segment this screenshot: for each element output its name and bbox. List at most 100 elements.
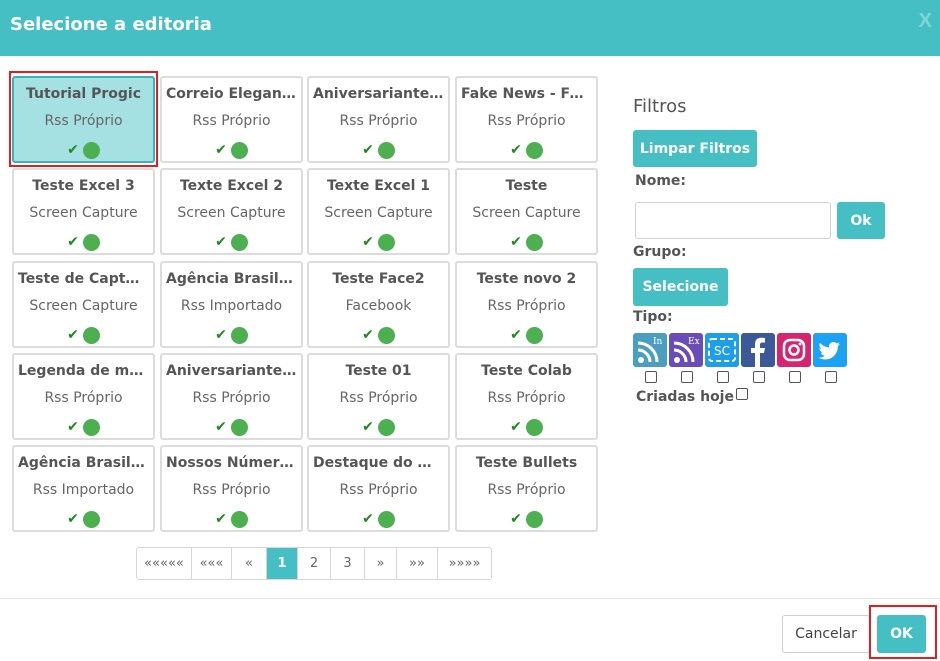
card-type: Rss Próprio: [339, 390, 418, 406]
check-icon: ✔: [67, 234, 79, 250]
page-first-button[interactable]: «««««: [137, 548, 191, 579]
editoria-card[interactable]: Destaque do Mês Rss Próprio ✔: [307, 445, 450, 532]
card-title: Aniversariantes do Mês: [313, 86, 444, 102]
card-status: ✔: [457, 325, 596, 345]
editoria-card[interactable]: Legenda de molduras Rss Próprio ✔: [12, 353, 155, 440]
card-type: Screen Capture: [29, 205, 138, 221]
card-status: ✔: [457, 509, 596, 529]
card-title: Agência Brasil - Notícias: [166, 271, 297, 287]
card-title: Tutorial Progic: [25, 86, 141, 102]
type-checkbox-rss-ex[interactable]: [681, 371, 693, 383]
rss-in-badge: In: [653, 337, 663, 347]
page-next-many-button[interactable]: »»: [396, 548, 437, 579]
type-checkbox-rss-in[interactable]: [645, 371, 657, 383]
check-icon: ✔: [215, 511, 227, 527]
editoria-card[interactable]: Teste novo 2 Rss Próprio ✔: [455, 261, 598, 348]
twitter-icon[interactable]: [813, 333, 847, 367]
card-type: Rss Próprio: [339, 113, 418, 129]
editoria-card[interactable]: Tutorial Progic Rss Próprio ✔: [12, 76, 155, 163]
ok-button[interactable]: OK: [877, 615, 926, 653]
check-icon: ✔: [67, 142, 79, 158]
card-title: Teste Bullets: [475, 455, 578, 471]
close-icon[interactable]: X: [919, 10, 932, 33]
card-status: ✔: [162, 417, 301, 437]
card-status: ✔: [14, 509, 153, 529]
page-last-button[interactable]: »»»»: [437, 548, 491, 579]
editoria-card[interactable]: Teste Face2 Facebook ✔: [307, 261, 450, 348]
type-label: Tipo:: [633, 309, 673, 325]
card-status: ✔: [309, 325, 448, 345]
name-input[interactable]: [635, 202, 831, 239]
check-icon: ✔: [67, 419, 79, 435]
page-prev-many-button[interactable]: «««: [191, 548, 231, 579]
status-dot-icon: [230, 141, 248, 159]
clear-filters-button[interactable]: Limpar Filtros: [633, 130, 757, 167]
status-dot-icon: [82, 326, 100, 344]
editoria-card[interactable]: Texte Excel 1 Screen Capture ✔: [307, 168, 450, 255]
page-next-button[interactable]: »: [364, 548, 396, 579]
status-dot-icon: [230, 418, 248, 436]
check-icon: ✔: [215, 419, 227, 435]
card-status: ✔: [162, 325, 301, 345]
card-type: Rss Próprio: [192, 113, 271, 129]
created-today-checkbox[interactable]: [735, 388, 748, 400]
type-checkbox-instagram[interactable]: [789, 371, 801, 383]
editoria-card[interactable]: Texte Excel 2 Screen Capture ✔: [160, 168, 303, 255]
type-checkbox-facebook[interactable]: [753, 371, 765, 383]
type-checkbox-screen-capture[interactable]: [717, 371, 729, 383]
cancel-button[interactable]: Cancelar: [782, 615, 870, 653]
status-dot-icon: [377, 510, 395, 528]
filters-title: Filtros: [633, 96, 687, 117]
editoria-card[interactable]: Agência Brasil - Notícias Rss Importado ✔: [160, 261, 303, 348]
editoria-card[interactable]: Teste Colab Rss Próprio ✔: [455, 353, 598, 440]
status-dot-icon: [525, 510, 543, 528]
page-1-button[interactable]: 1: [266, 548, 297, 579]
card-title: Teste Colab: [481, 363, 572, 379]
page-prev-button[interactable]: «: [231, 548, 266, 579]
editoria-card[interactable]: Aniversariantes do Mês Rss Próprio ✔: [307, 76, 450, 163]
card-status: ✔: [309, 140, 448, 160]
created-today-row: Criadas hoje: [636, 388, 748, 405]
footer-divider: [0, 598, 940, 599]
screen-capture-icon[interactable]: SC: [705, 333, 739, 367]
editoria-card[interactable]: Teste Excel 3 Screen Capture ✔: [12, 168, 155, 255]
rss-ex-badge: Ex: [688, 337, 700, 347]
instagram-icon[interactable]: [777, 333, 811, 367]
card-title: Teste Excel 3: [32, 178, 135, 194]
rss-ex-icon[interactable]: Ex: [669, 333, 703, 367]
editoria-card[interactable]: Teste de Captura Screen Capture ✔: [12, 261, 155, 348]
card-status: ✔: [457, 140, 596, 160]
editoria-card[interactable]: Agência Brasil - Economia Rss Importado ✔: [12, 445, 155, 532]
card-status: ✔: [14, 232, 153, 252]
card-title: Agência Brasil - Economia: [18, 455, 149, 471]
card-title: Texte Excel 2: [179, 178, 284, 194]
name-ok-button[interactable]: Ok: [837, 202, 885, 239]
page-2-button[interactable]: 2: [297, 548, 330, 579]
card-type: Rss Próprio: [487, 390, 566, 406]
editoria-card[interactable]: Fake News - Fevereiro Rss Próprio ✔: [455, 76, 598, 163]
status-dot-icon: [525, 141, 543, 159]
status-dot-icon: [230, 326, 248, 344]
status-dot-icon: [525, 418, 543, 436]
group-select-button[interactable]: Selecione: [633, 268, 728, 306]
type-checkbox-twitter[interactable]: [825, 371, 837, 383]
editoria-card[interactable]: Teste Bullets Rss Próprio ✔: [455, 445, 598, 532]
editoria-card[interactable]: Teste Screen Capture ✔: [455, 168, 598, 255]
name-label: Nome:: [635, 173, 687, 189]
status-dot-icon: [377, 233, 395, 251]
rss-in-icon[interactable]: In: [633, 333, 667, 367]
type-icons: In Ex SC: [633, 333, 849, 367]
status-dot-icon: [230, 233, 248, 251]
editoria-card[interactable]: Teste 01 Rss Próprio ✔: [307, 353, 450, 440]
editoria-card[interactable]: Nossos Números Rss Próprio ✔: [160, 445, 303, 532]
check-icon: ✔: [362, 419, 374, 435]
editoria-card[interactable]: Aniversariantes da semana Rss Próprio ✔: [160, 353, 303, 440]
facebook-icon[interactable]: [741, 333, 775, 367]
card-title: Teste Face2: [332, 271, 425, 287]
page-3-button[interactable]: 3: [330, 548, 364, 579]
check-icon: ✔: [510, 419, 522, 435]
editoria-card[interactable]: Correio Elegante Rss Próprio ✔: [160, 76, 303, 163]
card-type: Rss Importado: [180, 298, 283, 314]
check-icon: ✔: [362, 234, 374, 250]
card-title: Teste novo 2: [476, 271, 577, 287]
